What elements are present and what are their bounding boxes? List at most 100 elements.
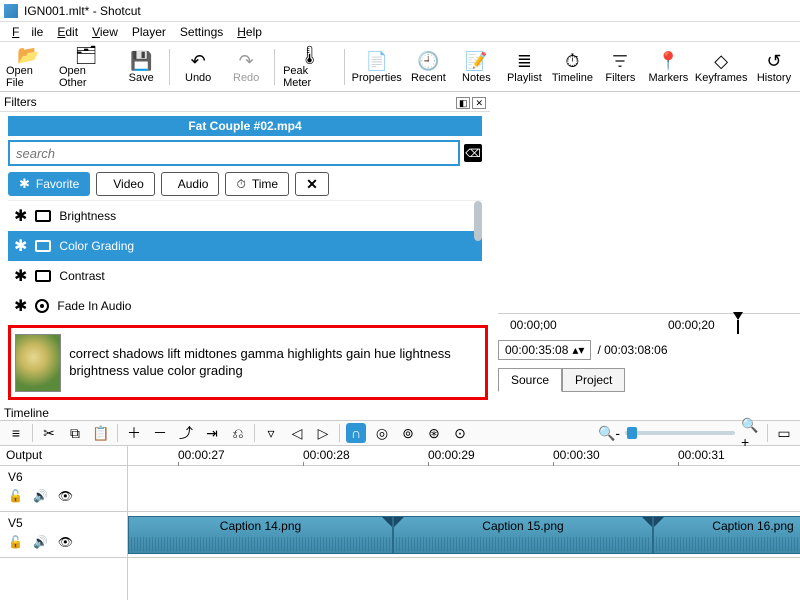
mute-icon[interactable]: 🔊 — [33, 535, 48, 549]
track-lane-v5[interactable]: Caption 14.png Caption 15.png Caption 16… — [128, 512, 800, 558]
timeline-clip[interactable]: Caption 15.png — [393, 516, 653, 554]
playlist-button[interactable]: ≣Playlist — [500, 44, 548, 90]
menu-help[interactable]: Help — [231, 23, 268, 41]
zoom-out-icon[interactable]: 🔍- — [599, 423, 619, 443]
menu-settings[interactable]: Settings — [174, 23, 229, 41]
timeline-menu-icon[interactable]: ≡ — [6, 423, 26, 443]
video-icon — [35, 270, 51, 282]
scrub-icon[interactable]: ◎ — [372, 423, 392, 443]
timecode-row: 00:00:35:08▴▾ / 00:03:08:06 — [498, 340, 668, 360]
mute-icon[interactable]: 🔊 — [33, 489, 48, 503]
ripple-icon[interactable]: ⊚ — [398, 423, 418, 443]
filter-search-input[interactable] — [8, 140, 460, 166]
remove-icon[interactable]: － — [150, 423, 170, 443]
marker-add-icon[interactable]: ▿ — [261, 423, 281, 443]
preview-time-ruler[interactable]: 00:00;00 00:00;20 — [498, 313, 800, 335]
copy-icon[interactable]: ⧉ — [65, 423, 85, 443]
clear-search-button[interactable]: ⌫ — [464, 144, 482, 162]
lift-icon[interactable]: ⤴ — [176, 423, 196, 443]
category-audio-button[interactable]: Audio — [161, 172, 220, 196]
undo-button[interactable]: ↶Undo — [174, 44, 222, 90]
dock-icon[interactable]: ◧ — [456, 97, 471, 109]
output-header[interactable]: Output — [0, 446, 127, 466]
meter-icon: 🌡 — [298, 45, 321, 65]
peak-meter-button[interactable]: 🌡Peak Meter — [279, 44, 340, 90]
timeline-icon: ⏱ — [565, 50, 579, 72]
menu-edit[interactable]: Edit — [51, 23, 84, 41]
menu-player[interactable]: Player — [126, 23, 172, 41]
filter-item-contrast[interactable]: ✱Contrast — [8, 261, 482, 291]
timeline-clip[interactable]: Caption 16.png — [653, 516, 800, 554]
timeline-ruler[interactable]: 00:00:27 00:00:28 00:00:29 00:00:30 00:0… — [128, 446, 800, 466]
properties-icon: 📄 — [366, 50, 388, 72]
close-icon: ✕ — [306, 176, 318, 193]
snap-icon[interactable]: ∩ — [346, 423, 366, 443]
redo-button[interactable]: ↷Redo — [222, 44, 270, 90]
history-button[interactable]: ↺History — [750, 44, 798, 90]
zoom-in-icon[interactable]: 🔍+ — [741, 423, 761, 443]
category-video-button[interactable]: Video — [96, 172, 154, 196]
recent-button[interactable]: 🕘Recent — [404, 44, 452, 90]
lock-icon[interactable]: 🔓 — [8, 489, 23, 503]
zoom-fit-icon[interactable]: ▭ — [774, 423, 794, 443]
category-favorite-button[interactable]: ✱Favorite — [8, 172, 90, 196]
open-other-button[interactable]: 🗂Open Other — [55, 44, 117, 90]
filter-list: ✱Brightness ✱Color Grading ✱Contrast ✱Fa… — [8, 200, 482, 320]
duration-label: / 00:03:08:06 — [597, 343, 667, 357]
close-icon[interactable]: ✕ — [472, 97, 486, 109]
lock-icon[interactable]: 🔓 — [8, 535, 23, 549]
timeline-tracks-area[interactable]: 00:00:27 00:00:28 00:00:29 00:00:30 00:0… — [128, 446, 800, 600]
keyframes-icon: ◇ — [714, 50, 728, 72]
playhead-marker[interactable] — [733, 312, 743, 334]
filters-icon — [611, 50, 629, 72]
timeline-body: Output V6 🔓🔊👁 V5 🔓🔊👁 00:00:27 00:00:28 0… — [0, 446, 800, 600]
menu-file[interactable]: File — [6, 23, 49, 41]
keyframes-button[interactable]: ◇Keyframes — [692, 44, 750, 90]
filter-item-fade-in-audio[interactable]: ✱Fade In Audio — [8, 291, 482, 320]
notes-icon: 📝 — [465, 50, 487, 72]
hide-icon[interactable]: 👁 — [58, 489, 73, 503]
timeline-clip[interactable]: Caption 14.png — [128, 516, 393, 554]
stepper-icon[interactable]: ▴▾ — [572, 343, 584, 357]
next-marker-icon[interactable]: ▷ — [313, 423, 333, 443]
zoom-slider-knob[interactable] — [627, 427, 637, 439]
markers-icon: 📍 — [657, 50, 679, 72]
preview-tabs: Source Project — [498, 368, 625, 392]
callout-text: correct shadows lift midtones gamma high… — [69, 346, 481, 380]
split-icon[interactable]: ⎌ — [228, 423, 248, 443]
track-lane-v6[interactable] — [128, 466, 800, 512]
current-timecode-input[interactable]: 00:00:35:08▴▾ — [498, 340, 591, 360]
track-header-v5[interactable]: V5 🔓🔊👁 — [0, 512, 127, 558]
hide-icon[interactable]: 👁 — [58, 535, 73, 549]
ripple-all-icon[interactable]: ⊛ — [424, 423, 444, 443]
tab-source[interactable]: Source — [498, 368, 562, 392]
notes-button[interactable]: 📝Notes — [452, 44, 500, 90]
paste-icon[interactable]: 📋 — [91, 423, 111, 443]
timeline-track-headers: Output V6 🔓🔊👁 V5 🔓🔊👁 — [0, 446, 128, 600]
overwrite-icon[interactable]: ⇥ — [202, 423, 222, 443]
filter-item-brightness[interactable]: ✱Brightness — [8, 201, 482, 231]
filters-panel-title: Filters — [4, 95, 37, 109]
zoom-slider[interactable] — [625, 431, 735, 435]
open-file-button[interactable]: 📂Open File — [2, 44, 55, 90]
menu-bar: File Edit View Player Settings Help — [0, 22, 800, 42]
timeline-button[interactable]: ⏱Timeline — [548, 44, 596, 90]
close-categories-button[interactable]: ✕ — [295, 172, 329, 196]
tab-project[interactable]: Project — [562, 368, 625, 392]
cut-icon[interactable]: ✂ — [39, 423, 59, 443]
track-header-v6[interactable]: V6 🔓🔊👁 — [0, 466, 127, 512]
star-icon: ✱ — [19, 176, 30, 192]
prev-marker-icon[interactable]: ◁ — [287, 423, 307, 443]
filter-list-scrollbar[interactable] — [474, 201, 482, 241]
filters-button[interactable]: Filters — [596, 44, 644, 90]
menu-view[interactable]: View — [86, 23, 124, 41]
append-icon[interactable]: ＋ — [124, 423, 144, 443]
properties-button[interactable]: 📄Properties — [349, 44, 404, 90]
category-time-button[interactable]: ⏱Time — [225, 172, 289, 196]
ripple-markers-icon[interactable]: ⊙ — [450, 423, 470, 443]
save-button[interactable]: 💾Save — [117, 44, 165, 90]
filter-item-color-grading[interactable]: ✱Color Grading — [8, 231, 482, 261]
markers-button[interactable]: 📍Markers — [644, 44, 692, 90]
folder-open-icon: 📂 — [17, 45, 39, 65]
separator — [169, 49, 170, 85]
